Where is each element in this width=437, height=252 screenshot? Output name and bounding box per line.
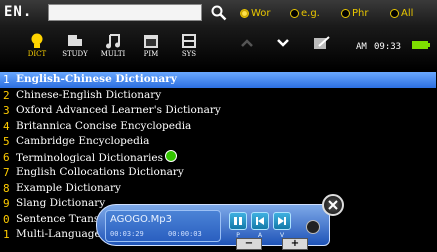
arrow-down-icon[interactable] (276, 38, 290, 48)
radio-dot-icon (290, 8, 299, 18)
list-item[interactable]: 6 Terminological Dictionaries (0, 149, 437, 166)
tab-multi[interactable]: MULTI (94, 30, 132, 68)
search-input[interactable] (48, 4, 202, 21)
close-icon (328, 200, 338, 210)
skip-forward-button[interactable] (273, 212, 291, 230)
mode-example-radio[interactable]: e.g. (290, 6, 320, 20)
mode-all-radio[interactable]: All (390, 6, 413, 20)
track-name: AGOGO.Mp3 (110, 214, 173, 225)
skip-forward-icon (278, 217, 286, 225)
list-item[interactable]: 4 Britannica Concise Encyclopedia (0, 119, 437, 135)
tab-dict[interactable]: DICT (18, 30, 56, 68)
total-time: 00:00:03 (168, 230, 202, 238)
settings-box-icon (182, 34, 196, 48)
list-item[interactable]: 1 English-Chinese Dictionary (0, 72, 436, 88)
edit-icon[interactable] (313, 35, 331, 51)
language-indicator[interactable]: EN. (4, 4, 32, 20)
pause-button[interactable] (229, 212, 247, 230)
calendar-icon (144, 35, 158, 48)
radio-dot-icon (390, 8, 399, 18)
radio-dot-icon (341, 8, 350, 18)
list-item[interactable]: 7 English Collocations Dictionary (0, 165, 437, 181)
bulb-icon (31, 33, 43, 48)
mode-word-radio[interactable]: Wor (240, 6, 271, 20)
media-player: AGOGO.Mp3 00:03:29 00:00:03 P A V − + (96, 194, 346, 252)
radio-dot-icon (240, 8, 249, 18)
battery-icon (412, 41, 430, 49)
skip-back-icon (256, 217, 264, 225)
tab-sys[interactable]: SYS (170, 30, 208, 68)
minimize-button[interactable] (306, 220, 320, 234)
close-button[interactable] (322, 194, 344, 216)
search-icon[interactable] (210, 4, 228, 22)
tab-pim[interactable]: PIM (132, 30, 170, 68)
clock: 09:33 (374, 42, 402, 52)
toolbar: DICT STUDY MULTI PIM SYS (0, 26, 437, 70)
list-item[interactable]: 2 Chinese-English Dictionary (0, 88, 437, 104)
player-display: AGOGO.Mp3 00:03:29 00:00:03 (105, 210, 221, 242)
skip-back-button[interactable] (251, 212, 269, 230)
music-note-icon (106, 34, 120, 49)
volume-down-button[interactable]: − (236, 238, 262, 250)
status-badge-icon (164, 149, 177, 162)
search-bar: EN. Wor e.g. Phr All (0, 0, 437, 26)
list-item[interactable]: 5 Cambridge Encyclopedia (0, 134, 437, 150)
mode-phrase-radio[interactable]: Phr (341, 6, 368, 20)
current-time: 00:03:29 (110, 230, 144, 238)
study-icon (68, 35, 82, 46)
list-item[interactable]: 8 Example Dictionary (0, 181, 437, 197)
pause-icon (234, 217, 242, 225)
tab-study[interactable]: STUDY (56, 30, 94, 68)
list-item[interactable]: 3 Oxford Advanced Learner's Dictionary (0, 103, 437, 119)
am-pm-label: AM (356, 42, 367, 52)
volume-up-button[interactable]: + (282, 238, 308, 250)
arrow-up-icon[interactable] (240, 38, 254, 48)
